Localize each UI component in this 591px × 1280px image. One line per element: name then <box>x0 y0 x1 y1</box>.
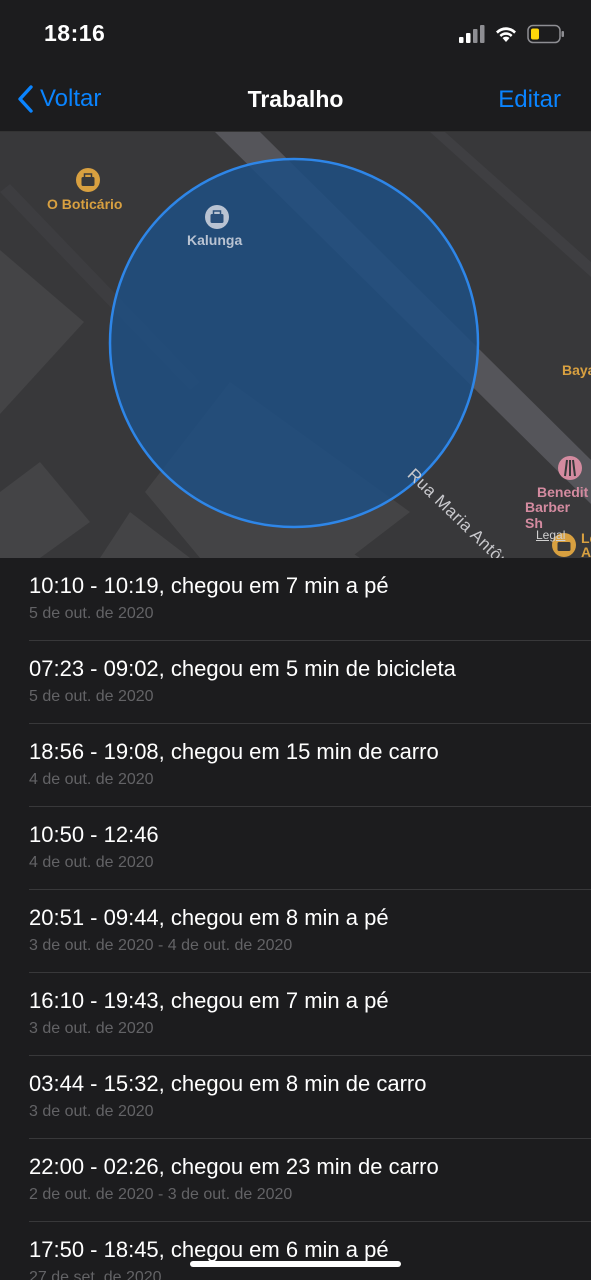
visit-date: 27 de set. de 2020 <box>29 1269 162 1280</box>
status-time: 18:16 <box>44 20 106 46</box>
list-item[interactable]: 20:51 - 09:44, chegou em 8 min a pé 3 de… <box>0 890 591 973</box>
visit-title: 18:56 - 19:08, chegou em 15 min de carro <box>29 739 439 764</box>
poi-label-kalunga[interactable]: Kalunga <box>187 232 242 248</box>
list-item[interactable]: 16:10 - 19:43, chegou em 7 min a pé 3 de… <box>0 973 591 1056</box>
list-item[interactable]: 10:10 - 10:19, chegou em 7 min a pé 5 de… <box>0 558 591 641</box>
cellular-signal-icon <box>459 25 485 43</box>
legal-link[interactable]: Legal <box>536 528 565 542</box>
status-bar: 18:16 <box>0 0 591 66</box>
poi-label-benedito-line1[interactable]: Benedit <box>537 484 588 500</box>
visit-title: 10:10 - 10:19, chegou em 7 min a pé <box>29 573 389 598</box>
visit-date: 2 de out. de 2020 - 3 de out. de 2020 <box>29 1186 293 1203</box>
status-icons <box>459 24 565 44</box>
visit-date: 3 de out. de 2020 <box>29 1020 154 1037</box>
visit-date: 4 de out. de 2020 <box>29 854 154 871</box>
list-item[interactable]: 10:50 - 12:46 4 de out. de 2020 <box>0 807 591 890</box>
chevron-left-icon <box>18 85 33 113</box>
visit-title: 20:51 - 09:44, chegou em 8 min a pé <box>29 905 389 930</box>
list-item[interactable]: 03:44 - 15:32, chegou em 8 min de carro … <box>0 1056 591 1139</box>
visit-title: 16:10 - 19:43, chegou em 7 min a pé <box>29 988 389 1013</box>
visit-title: 10:50 - 12:46 <box>29 822 159 847</box>
visits-list: 10:10 - 10:19, chegou em 7 min a pé 5 de… <box>0 558 591 1280</box>
list-item[interactable]: 18:56 - 19:08, chegou em 15 min de carro… <box>0 724 591 807</box>
poi-label-baya[interactable]: Baya <box>562 362 591 378</box>
poi-label-boticario[interactable]: O Boticário <box>47 196 122 212</box>
visit-title: 22:00 - 02:26, chegou em 23 min de carro <box>29 1154 439 1179</box>
visit-title: 03:44 - 15:32, chegou em 8 min de carro <box>29 1071 427 1096</box>
navigation-bar: Voltar Trabalho Editar <box>0 66 591 132</box>
list-item[interactable]: 07:23 - 09:02, chegou em 5 min de bicicl… <box>0 641 591 724</box>
home-indicator[interactable] <box>190 1261 401 1267</box>
visit-date: 4 de out. de 2020 <box>29 771 154 788</box>
visit-title: 17:50 - 18:45, chegou em 6 min a pé <box>29 1237 389 1262</box>
visit-date: 5 de out. de 2020 <box>29 605 154 622</box>
visit-date: 3 de out. de 2020 <box>29 1103 154 1120</box>
edit-button[interactable]: Editar <box>498 86 561 114</box>
list-item[interactable]: 17:50 - 18:45, chegou em 6 min a pé 27 d… <box>0 1222 591 1280</box>
map-view[interactable]: O Boticário Kalunga Baya Benedit Barber … <box>0 132 591 558</box>
back-button-label: Voltar <box>40 85 102 112</box>
poi-label-partial2[interactable]: A <box>581 544 591 558</box>
back-button[interactable]: Voltar <box>16 84 101 114</box>
visit-date: 5 de out. de 2020 <box>29 688 154 705</box>
battery-icon <box>527 24 564 44</box>
visit-date: 3 de out. de 2020 - 4 de out. de 2020 <box>29 937 293 954</box>
wifi-icon <box>496 27 516 42</box>
visit-title: 07:23 - 09:02, chegou em 5 min de bicicl… <box>29 656 456 681</box>
list-item[interactable]: 22:00 - 02:26, chegou em 23 min de carro… <box>0 1139 591 1222</box>
poi-label-benedito-line2[interactable]: Barber Sh <box>525 499 591 531</box>
